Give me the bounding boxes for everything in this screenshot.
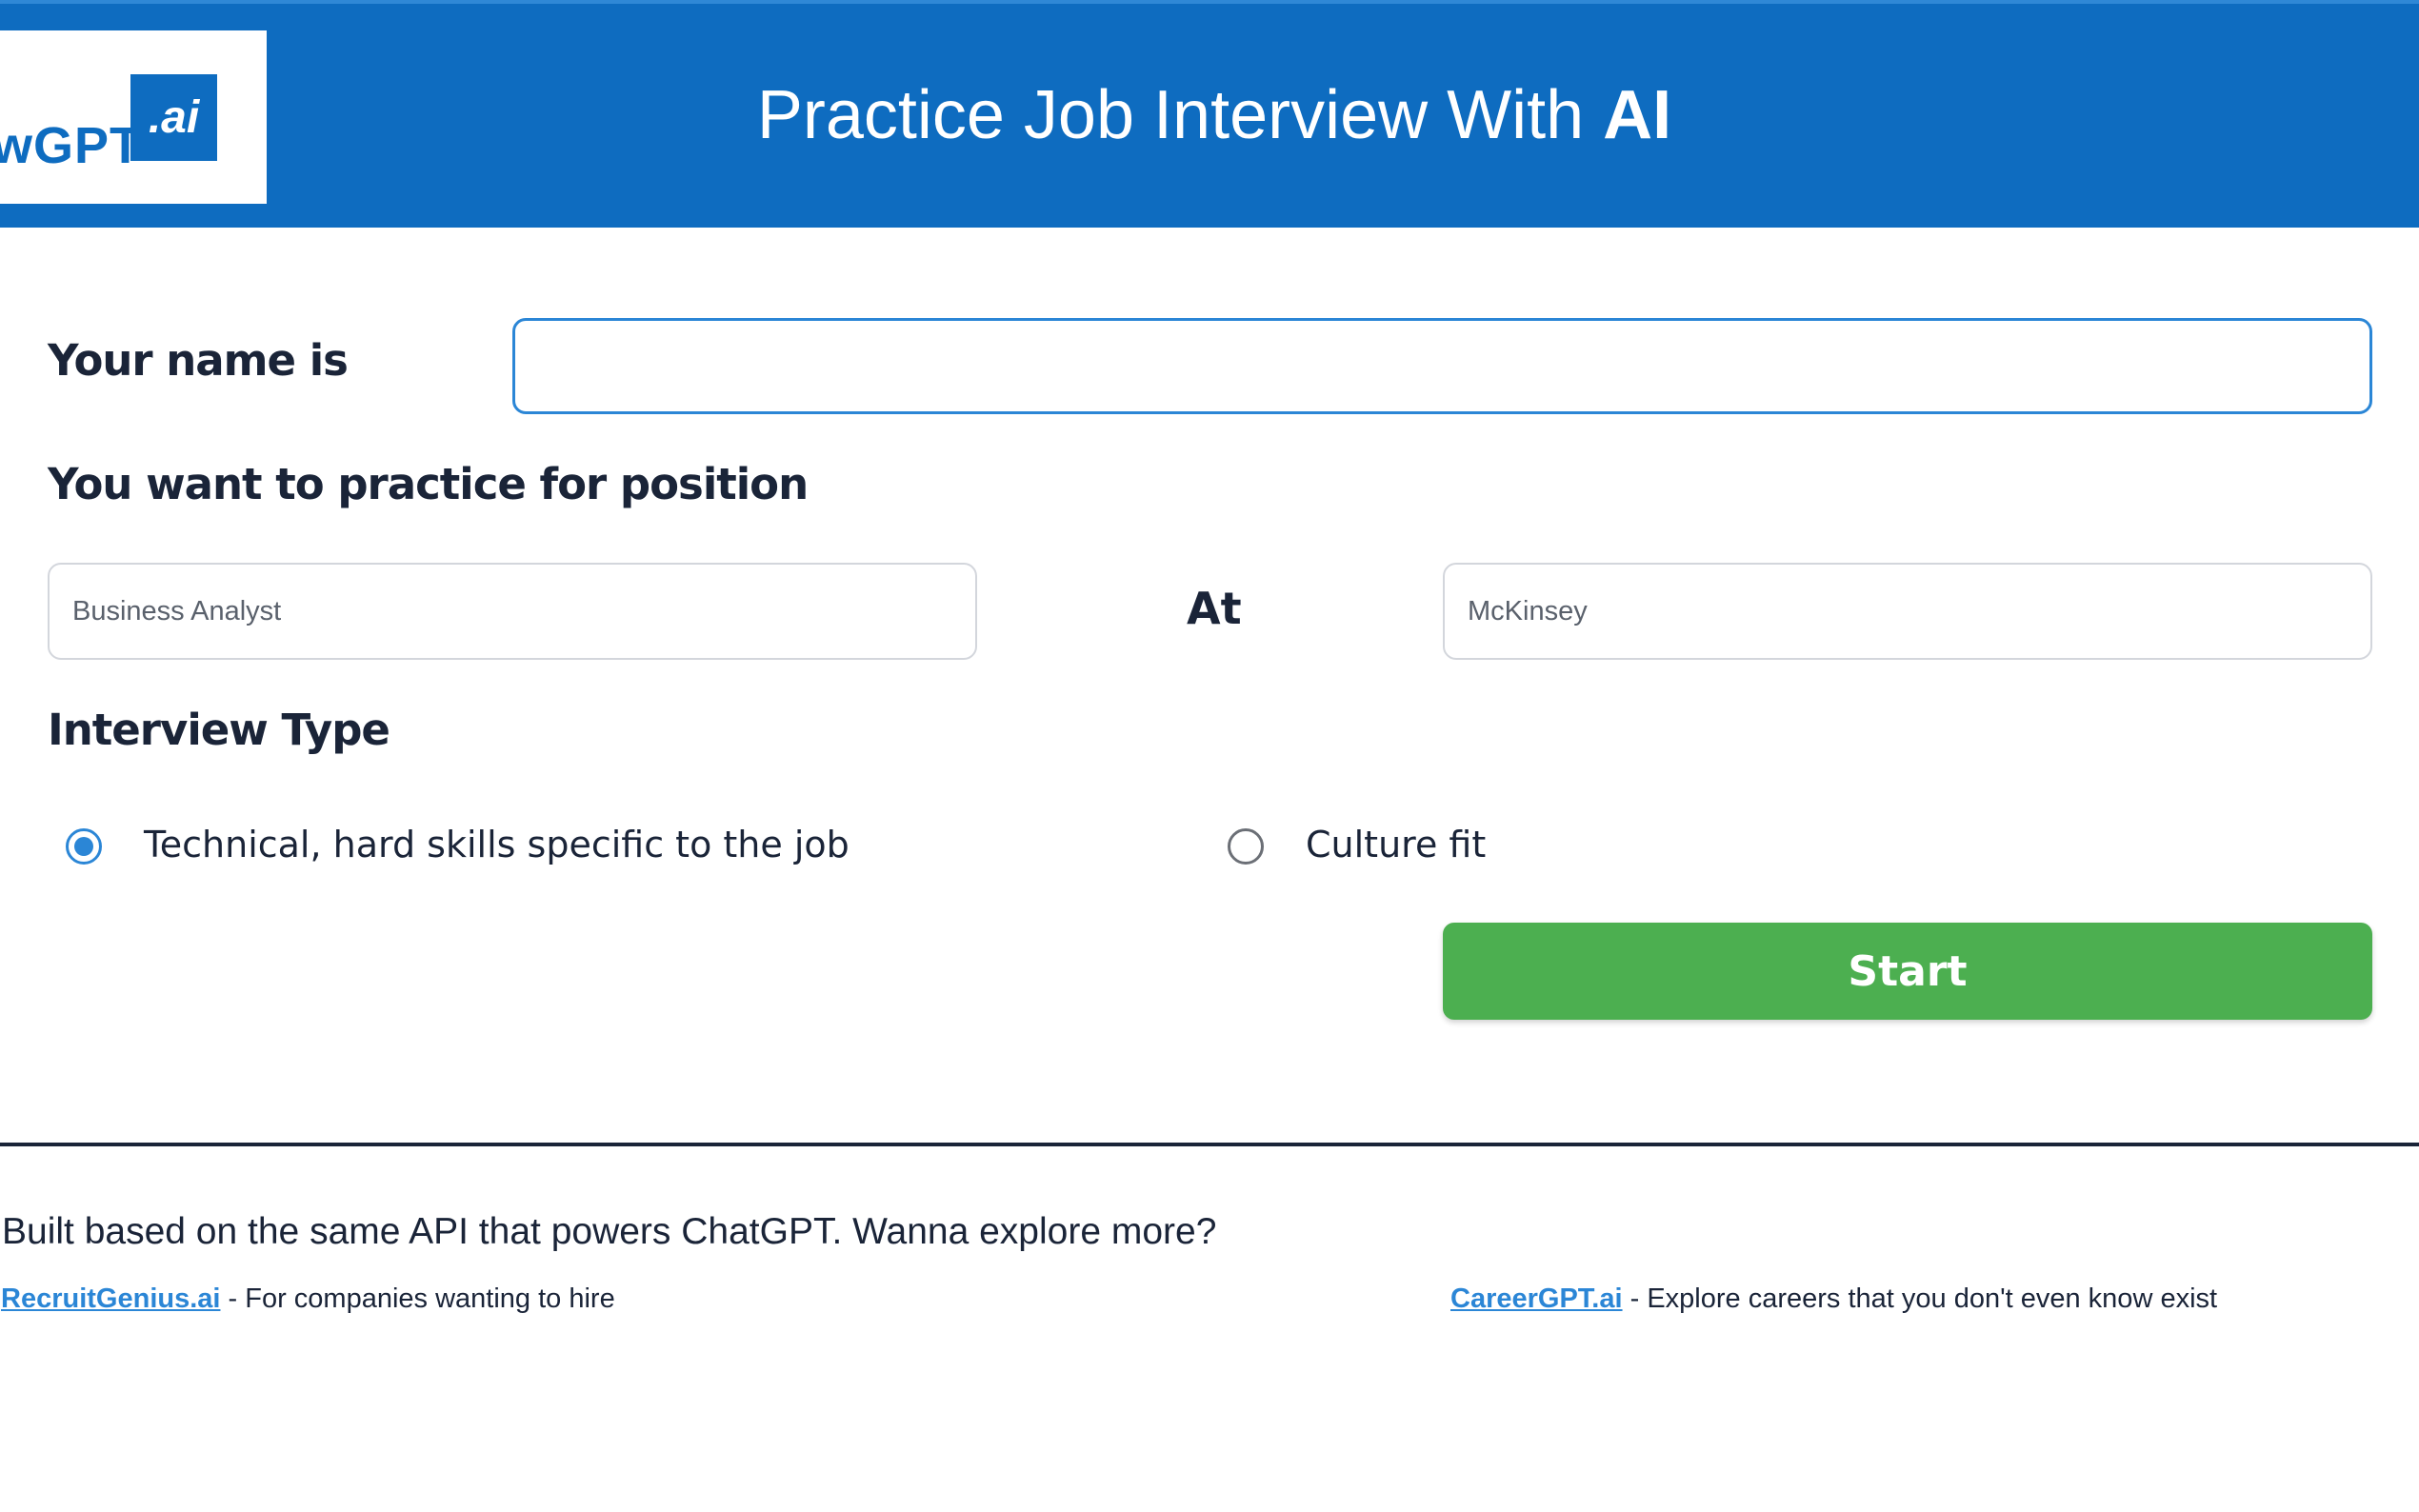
careergpt-link[interactable]: CareerGPT.ai — [1450, 1283, 1623, 1314]
start-button[interactable]: Start — [1443, 923, 2372, 1020]
footer-link-item-careergpt: CareerGPT.ai - Explore careers that you … — [1450, 1283, 2217, 1315]
interview-type-label: Interview Type — [48, 705, 390, 755]
careergpt-description: - Explore careers that you don't even kn… — [1622, 1283, 2218, 1314]
footer-divider — [0, 1143, 2419, 1146]
page-title: Practice Job Interview With AI — [0, 76, 2419, 154]
recruitgenius-description: - For companies wanting to hire — [220, 1283, 615, 1314]
app-header: wGPT .ai Practice Job Interview With AI — [0, 0, 2419, 228]
page-title-emphasis: AI — [1603, 77, 1672, 153]
page-title-prefix: Practice Job Interview With — [756, 77, 1604, 153]
name-label: Your name is — [48, 335, 349, 386]
position-label: You want to practice for position — [48, 459, 809, 509]
company-input[interactable] — [1443, 563, 2372, 660]
position-input[interactable] — [48, 563, 977, 660]
radio-technical[interactable] — [66, 828, 102, 865]
radio-culture-fit[interactable] — [1228, 828, 1264, 865]
recruitgenius-link[interactable]: RecruitGenius.ai — [1, 1283, 220, 1314]
at-label: At — [1187, 583, 1242, 634]
radio-technical-label[interactable]: Technical, hard skills specific to the j… — [144, 824, 850, 865]
footer-intro: Built based on the same API that powers … — [2, 1211, 1217, 1252]
footer-link-item-recruitgenius: RecruitGenius.ai - For companies wanting… — [1, 1283, 615, 1315]
name-input[interactable] — [512, 318, 2372, 414]
radio-culture-fit-label[interactable]: Culture fit — [1306, 824, 1486, 865]
